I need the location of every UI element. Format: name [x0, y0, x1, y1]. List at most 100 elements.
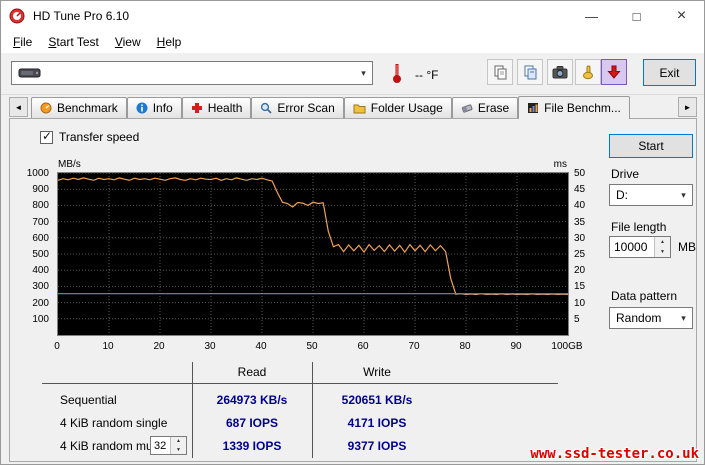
file-length-input[interactable] — [610, 237, 650, 257]
axis-tick-label: 500 — [32, 249, 49, 260]
spinner-up-button[interactable]: ▲ — [171, 437, 186, 446]
tab-label: Health — [208, 101, 243, 115]
drive-select-combo[interactable]: ▾ — [11, 61, 373, 85]
tab-label: Erase — [478, 101, 509, 115]
axis-tick-label: 15 — [574, 281, 585, 292]
write-column-header: Write — [312, 365, 442, 379]
sequential-write-value: 520651 KB/s — [312, 393, 442, 407]
check-icon: ✓ — [42, 129, 52, 143]
axis-tick-label: 700 — [32, 217, 49, 228]
drive-combo[interactable]: D: ▾ — [609, 184, 693, 206]
axis-tick-label: 100GB — [547, 341, 587, 352]
benchmark-icon — [40, 102, 52, 114]
minimize-button[interactable]: — — [569, 1, 614, 31]
random-single-write-value: 4171 IOPS — [312, 416, 442, 430]
menu-start-test[interactable]: Start Test — [40, 32, 106, 52]
axis-tick-label: 45 — [574, 184, 585, 195]
spinner-down-button[interactable]: ▼ — [171, 446, 186, 455]
axis-tick-label: 40 — [574, 200, 585, 211]
maximize-button[interactable]: □ — [614, 1, 659, 31]
axis-tick-label: 35 — [574, 217, 585, 228]
app-window: HD Tune Pro 6.10 — □ × File Start Test V… — [0, 0, 705, 465]
transfer-speed-label: Transfer speed — [59, 130, 139, 144]
data-pattern-combo[interactable]: Random ▾ — [609, 307, 693, 329]
hand-icon — [580, 64, 596, 80]
tab-erase[interactable]: Erase — [452, 97, 518, 118]
axis-tick-label: 200 — [32, 298, 49, 309]
axis-tick-label: 30 — [574, 233, 585, 244]
spinner-arrows: ▲ ▼ — [170, 437, 186, 454]
temperature-button[interactable] — [385, 58, 409, 88]
drive-label: Drive — [611, 167, 639, 181]
menu-file[interactable]: File — [5, 32, 40, 52]
tab-error-scan[interactable]: Error Scan — [251, 97, 343, 118]
y-axis-right-title: ms — [537, 159, 567, 170]
close-button[interactable]: × — [659, 1, 704, 31]
tab-scroll-right-button[interactable]: ► — [678, 97, 697, 117]
transfer-speed-checkbox[interactable]: ✓ Transfer speed — [40, 130, 139, 144]
page-title: HD Tune Pro 6.10 — [33, 9, 129, 23]
menu-help[interactable]: Help — [149, 32, 190, 52]
axis-tick-label: 20 — [139, 341, 179, 352]
maximize-icon: □ — [633, 9, 641, 24]
spinner-down-button[interactable]: ▼ — [655, 247, 670, 257]
file-length-unit: MB — [678, 240, 696, 254]
results-table: Read Write Sequential 264973 KB/s 520651… — [42, 362, 558, 458]
row-label-random-multi: 4 KiB random multi — [60, 439, 161, 453]
camera-icon — [552, 65, 568, 79]
chevron-down-icon: ▾ — [675, 308, 692, 328]
transfer-speed-plot — [58, 173, 568, 335]
tab-label: Folder Usage — [371, 101, 443, 115]
axis-tick-label: 10 — [88, 341, 128, 352]
tab-health[interactable]: Health — [182, 97, 252, 118]
menu-view[interactable]: View — [107, 32, 149, 52]
file-length-spinner: ▲ ▼ — [609, 236, 671, 258]
toolbar: ▾ -- °F — [1, 53, 704, 95]
scroll-left-icon: ◄ — [15, 103, 23, 112]
axis-tick-label: 25 — [574, 249, 585, 260]
menu-bar: File Start Test View Help — [1, 31, 704, 53]
y-axis-right: 5101520253035404550 — [571, 173, 603, 337]
pointer-button[interactable] — [575, 59, 601, 85]
copy-text-button[interactable] — [487, 59, 513, 85]
axis-tick-label: 5 — [574, 314, 580, 325]
tab-file-benchmark[interactable]: File Benchm... — [518, 96, 630, 119]
file-length-label: File length — [611, 220, 666, 234]
checkbox-box: ✓ — [40, 131, 53, 144]
data-pattern-label: Data pattern — [611, 289, 677, 303]
temperature-value: -- °F — [415, 68, 438, 82]
tab-info[interactable]: Info — [127, 97, 182, 118]
download-button[interactable] — [601, 59, 627, 85]
axis-tick-label: 60 — [343, 341, 383, 352]
read-column-header: Read — [192, 365, 312, 379]
axis-tick-label: 40 — [241, 341, 281, 352]
exit-button[interactable]: Exit — [643, 59, 696, 86]
transfer-speed-chart — [57, 172, 569, 336]
tab-scroll-left-button[interactable]: ◄ — [9, 97, 28, 117]
tab-folder-usage[interactable]: Folder Usage — [344, 97, 452, 118]
random-multi-read-value: 1339 IOPS — [192, 439, 312, 453]
axis-tick-label: 800 — [32, 200, 49, 211]
axis-tick-label: 70 — [394, 341, 434, 352]
start-button[interactable]: Start — [609, 134, 693, 158]
minimize-icon: — — [585, 9, 598, 24]
tab-benchmark[interactable]: Benchmark — [31, 97, 127, 118]
axis-tick-label: 80 — [445, 341, 485, 352]
eraser-icon — [461, 102, 473, 114]
axis-tick-label: 10 — [574, 298, 585, 309]
spinner-up-button[interactable]: ▲ — [655, 237, 670, 247]
queue-depth-input[interactable] — [151, 437, 169, 454]
copy-image-button[interactable] — [517, 59, 543, 85]
chevron-down-icon: ▾ — [675, 185, 692, 205]
screenshot-button[interactable] — [547, 59, 573, 85]
axis-tick-label: 600 — [32, 233, 49, 244]
download-arrow-icon — [606, 64, 622, 80]
app-icon — [9, 8, 25, 24]
health-cross-icon — [191, 102, 203, 114]
scroll-right-icon: ► — [684, 103, 692, 112]
axis-tick-label: 400 — [32, 265, 49, 276]
axis-tick-label: 0 — [37, 341, 77, 352]
random-multi-write-value: 9377 IOPS — [312, 439, 442, 453]
thermometer-icon — [392, 62, 402, 84]
y-axis-left-title: MB/s — [58, 159, 81, 170]
